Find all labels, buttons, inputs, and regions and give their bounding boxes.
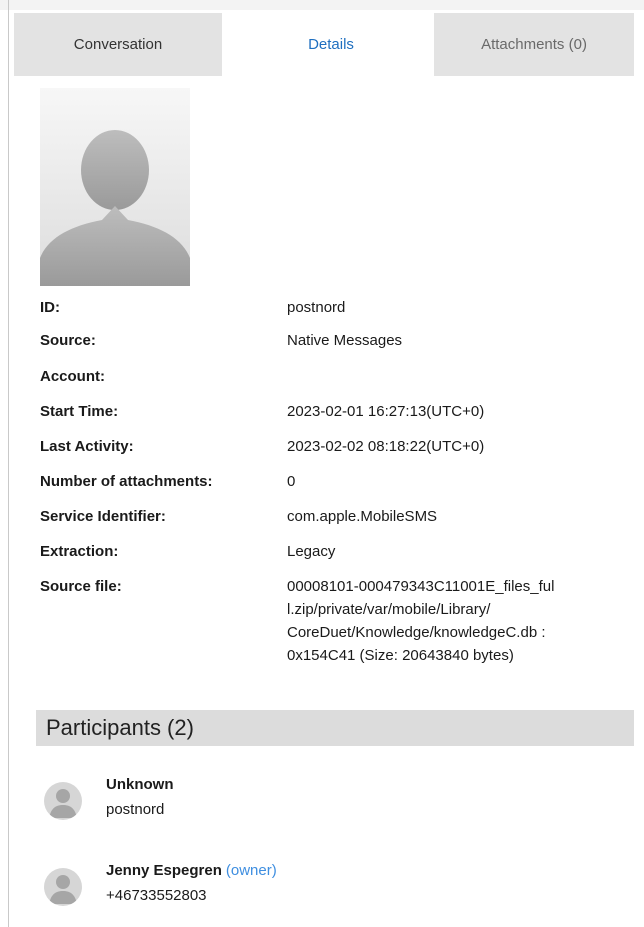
tab-conversation[interactable]: Conversation — [14, 13, 222, 76]
detail-label: Last Activity: — [40, 438, 134, 455]
participant-identifier: +46733552803 — [106, 887, 207, 904]
default-avatar-icon — [49, 789, 77, 818]
window-top-strip — [0, 0, 644, 10]
detail-label: Start Time: — [40, 403, 119, 420]
detail-value: Legacy — [287, 543, 336, 560]
avatar — [44, 782, 82, 820]
tab-attachments[interactable]: Attachments (0) — [434, 13, 634, 76]
detail-label: Service Identifier: — [40, 508, 166, 525]
detail-value: postnord — [287, 299, 346, 316]
detail-label: Source file: — [40, 578, 122, 595]
contact-photo — [40, 88, 190, 286]
default-avatar-icon — [49, 875, 77, 904]
owner-tag: (owner) — [225, 862, 277, 879]
source-file-line: 00008101-000479343C11001E_files_ful — [287, 578, 555, 595]
tab-details[interactable]: Details — [228, 13, 434, 76]
detail-value: Native Messages — [287, 332, 403, 349]
participant-name-text: Jenny Espegren — [106, 862, 222, 879]
detail-label: ID: — [40, 299, 60, 316]
detail-label: Number of attachments: — [40, 473, 213, 490]
source-file-line: 0x154C41 (Size: 20643840 bytes) — [287, 647, 514, 664]
avatar — [44, 868, 82, 906]
participant-identifier: postnord — [106, 801, 165, 818]
participants-header: Participants (2) — [36, 710, 634, 746]
window-left-border — [8, 0, 9, 927]
detail-value: 2023-02-01 16:27:13(UTC+0) — [287, 403, 485, 420]
source-file-link[interactable]: 00008101-000479343C11001E_files_ful l.zi… — [287, 575, 637, 667]
participant-name: Unknown — [106, 776, 174, 793]
source-file-line: l.zip/private/var/mobile/Library/ — [287, 601, 491, 618]
tab-bar: Conversation Details Attachments (0) — [14, 13, 634, 76]
detail-value: 0 — [287, 473, 296, 490]
participant-name: Jenny Espegren (owner) — [106, 862, 277, 879]
detail-label: Extraction: — [40, 543, 119, 560]
default-avatar-icon — [40, 130, 190, 286]
detail-label: Source: — [40, 332, 96, 349]
source-file-line: CoreDuet/Knowledge/knowledgeC.db : — [287, 624, 546, 641]
detail-value: 2023-02-02 08:18:22(UTC+0) — [287, 438, 485, 455]
detail-value: com.apple.MobileSMS — [287, 508, 438, 525]
detail-label: Account: — [40, 368, 105, 385]
